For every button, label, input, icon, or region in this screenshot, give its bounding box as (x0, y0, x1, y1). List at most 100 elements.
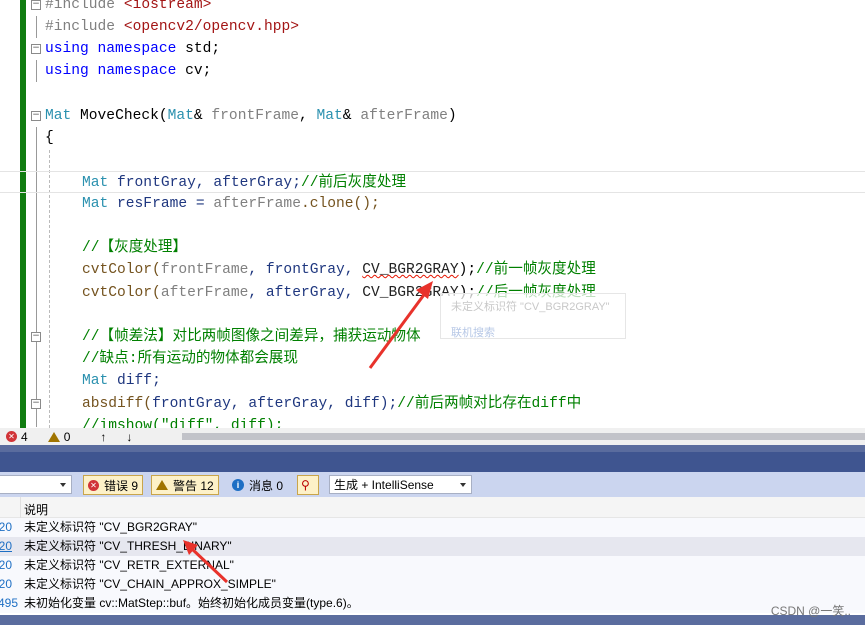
scope-dropdown[interactable] (0, 475, 72, 494)
messages-label: 消息 0 (249, 478, 284, 493)
code-line[interactable]: − absdiff(frontGray, afterGray, diff);//前… (0, 393, 865, 415)
error-line-number[interactable]: 495 (0, 594, 18, 613)
watermark: CSDN @一笑.. (770, 604, 851, 618)
code-token: & (193, 108, 212, 124)
error-line-number[interactable]: 20 (0, 575, 12, 594)
code-token: //前后两帧对比存在diff中 (397, 396, 582, 412)
warnings-filter-button[interactable]: 警告 12 (151, 475, 219, 495)
collapse-icon[interactable]: − (31, 399, 41, 409)
code-line[interactable]: cvtColor(frontFrame, frontGray, CV_BGR2G… (0, 259, 865, 281)
error-description: 未定义标识符 "CV_THRESH_BINARY" (24, 539, 232, 553)
error-description: 未初始化变量 cv::MatStep::buf。始终初始化成员变量(type.6… (24, 596, 359, 610)
error-icon: ✕ (6, 431, 17, 442)
code-text: Mat MoveCheck(Mat& frontFrame, Mat& afte… (45, 105, 457, 127)
online-search-link[interactable]: 联机搜索 (451, 324, 615, 340)
code-line[interactable]: { (0, 127, 865, 149)
warning-count-value: 0 (63, 429, 71, 444)
error-line-number[interactable]: 20 (0, 537, 12, 556)
code-line[interactable]: using namespace cv; (0, 60, 865, 82)
code-token: , frontGray, (248, 262, 363, 278)
errors-filter-button[interactable]: ✕ 错误 9 (83, 475, 144, 495)
code-editor[interactable]: − #include <iostream> #include <opencv2/op… (0, 0, 865, 428)
horizontal-scrollbar[interactable] (182, 433, 865, 440)
code-token: .clone(); (300, 196, 380, 212)
code-token: Mat (316, 108, 343, 124)
code-line[interactable]: cvtColor(afterFrame, afterGray, CV_BGR2G… (0, 282, 865, 304)
code-line[interactable]: Mat diff; (0, 370, 865, 392)
filter-button[interactable]: ⚲ (297, 475, 319, 495)
column-description[interactable]: 说明 (24, 501, 48, 518)
error-description: 未定义标识符 "CV_BGR2GRAY" (24, 520, 197, 534)
code-token: afterFrame (213, 196, 301, 212)
code-line[interactable]: − using namespace std; (0, 38, 865, 60)
error-list-toolbar: ✕ 错误 9 警告 12 i 消息 0 ⚲ 生成 + IntelliSense (0, 472, 865, 497)
editor-status-bar: ✕ 4 0 ↑ ↓ (0, 428, 865, 445)
error-row[interactable]: 495 未初始化变量 cv::MatStep::buf。始终初始化成员变量(typ… (0, 594, 865, 613)
code-line[interactable]: Mat resFrame = afterFrame.clone(); (0, 193, 865, 215)
code-token: { (45, 130, 54, 146)
error-row[interactable]: 20 未定义标识符 "CV_THRESH_BINARY" (0, 537, 865, 556)
code-text: Mat resFrame = afterFrame.clone(); (82, 193, 380, 215)
info-icon: i (232, 479, 244, 491)
warning-count[interactable]: 0 (47, 429, 71, 444)
tooltip-message: 未定义标识符 "CV_BGR2GRAY" (451, 301, 610, 313)
source-filter-dropdown[interactable]: 生成 + IntelliSense (329, 475, 472, 494)
warning-icon (47, 431, 60, 442)
code-line[interactable]: − Mat MoveCheck(Mat& frontFrame, Mat& aft… (0, 105, 865, 127)
column-divider[interactable] (20, 497, 21, 518)
code-line[interactable] (0, 82, 865, 104)
code-token: cvtColor( (82, 285, 161, 301)
code-token: //前一帧灰度处理 (476, 262, 596, 278)
filter-icon: ⚲ (301, 478, 310, 492)
code-token: ) (447, 108, 457, 124)
code-token: using (45, 41, 98, 57)
error-row[interactable]: 20 未定义标识符 "CV_RETR_EXTERNAL" (0, 556, 865, 575)
warning-icon (156, 480, 168, 490)
code-token: frontFrame (211, 108, 299, 124)
arrow-up-icon: ↑ (100, 429, 107, 444)
code-token: Mat (82, 373, 109, 389)
error-line-number[interactable]: 20 (0, 518, 12, 537)
code-line[interactable]: − #include <iostream> (0, 0, 865, 16)
code-line[interactable] (0, 149, 865, 171)
code-token: CV_BGR2GRAY (362, 262, 459, 278)
error-row[interactable]: 20 未定义标识符 "CV_BGR2GRAY" (0, 518, 865, 537)
arrow-down-icon: ↓ (126, 429, 133, 444)
code-token: #include (45, 0, 124, 13)
code-line[interactable]: //imshow("diff", diff); (0, 415, 865, 428)
code-token: <opencv2/opencv.hpp> (123, 19, 299, 35)
code-token: MoveCheck( (71, 108, 168, 124)
error-tooltip: 未定义标识符 "CV_BGR2GRAY" 联机搜索 (440, 293, 626, 339)
error-count[interactable]: ✕ 4 (6, 430, 28, 444)
code-token: //缺点:所有运动的物体都会展现 (82, 351, 298, 367)
code-text: //imshow("diff", diff); (82, 415, 283, 428)
code-text: //【帧差法】对比两帧图像之间差异，捕获运动物体 (82, 326, 421, 348)
collapse-icon[interactable]: − (31, 0, 41, 10)
code-line[interactable] (0, 304, 865, 326)
chevron-down-icon (60, 483, 66, 487)
code-token: namespace (97, 41, 186, 57)
previous-issue-button[interactable]: ↑ (100, 430, 106, 444)
code-line[interactable]: #include <opencv2/opencv.hpp> (0, 16, 865, 38)
next-issue-button[interactable]: ↓ (126, 430, 132, 444)
code-token: frontFrame (160, 262, 249, 278)
code-line[interactable]: //【灰度处理】 (0, 237, 865, 259)
error-line-number[interactable]: 20 (0, 556, 12, 575)
code-line[interactable]: − //【帧差法】对比两帧图像之间差异，捕获运动物体 (0, 326, 865, 348)
code-line[interactable]: //缺点:所有运动的物体都会展现 (0, 348, 865, 370)
code-line[interactable] (0, 215, 865, 237)
collapse-icon[interactable]: − (31, 44, 41, 54)
collapse-icon[interactable]: − (31, 332, 41, 342)
messages-filter-button[interactable]: i 消息 0 (228, 475, 287, 495)
code-line[interactable]: Mat frontGray, afterGray;//前后灰度处理 (0, 171, 865, 193)
code-text: using namespace cv; (45, 60, 211, 82)
error-row[interactable]: 20 未定义标识符 "CV_CHAIN_APPROX_SIMPLE" (0, 575, 865, 594)
code-text: absdiff(frontGray, afterGray, diff);//前后… (82, 393, 581, 415)
bottom-tab-bar (0, 615, 865, 625)
code-token: <iostream> (123, 0, 212, 13)
error-list-header: 说明 (0, 497, 865, 518)
code-text: #include <opencv2/opencv.hpp> (45, 16, 299, 38)
collapse-icon[interactable]: − (31, 111, 41, 121)
code-token: frontGray, afterGray, diff); (152, 396, 398, 412)
code-token: //前后灰度处理 (300, 175, 407, 191)
